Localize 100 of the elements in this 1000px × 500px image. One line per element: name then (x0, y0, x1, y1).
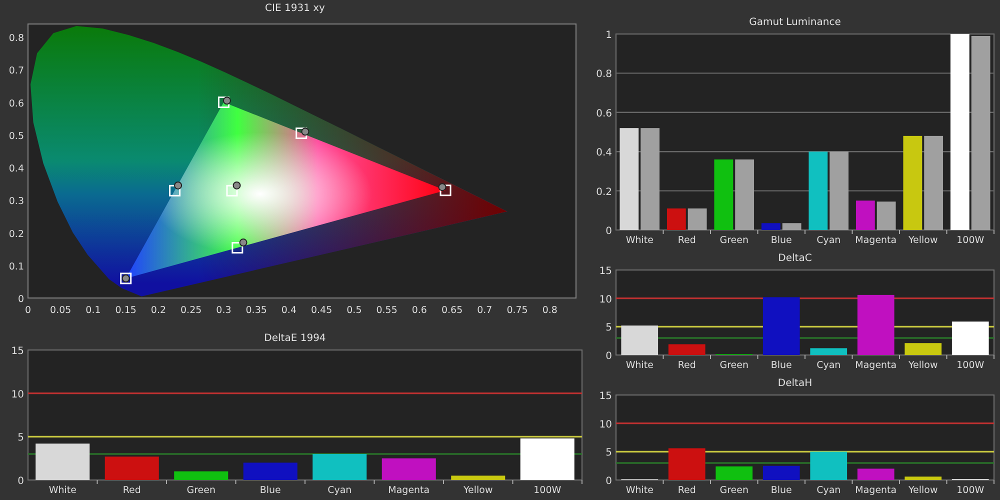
axis-tick-label: 5 (606, 448, 612, 459)
axis-tick-label: 0 (606, 226, 612, 237)
axis-tick-label: 0.5 (346, 305, 362, 316)
category-label: Magenta (388, 485, 430, 496)
axis-tick-label: 15 (11, 346, 24, 357)
axis-tick-label: 5 (606, 322, 612, 334)
category-label: Green (720, 360, 749, 371)
category-label: Cyan (328, 485, 352, 496)
axis-tick-label: 10 (11, 389, 24, 400)
bar (782, 223, 802, 230)
category-label: Blue (770, 485, 792, 496)
category-label: White (626, 485, 654, 496)
category-label: Yellow (908, 485, 938, 496)
bar (688, 208, 707, 230)
bar (857, 294, 894, 355)
category-label: Cyan (816, 235, 841, 246)
axis-tick-label: 0.75 (506, 305, 528, 316)
category-label: Green (720, 485, 749, 496)
axis-tick-label: 0.1 (8, 261, 24, 272)
category-label: Magenta (855, 360, 897, 371)
axis-tick-label: 0.65 (441, 305, 463, 316)
axis-tick-label: 0.7 (477, 305, 492, 316)
axis-tick-label: 0.45 (311, 305, 332, 316)
category-label: 100W (534, 485, 562, 496)
category-label: White (626, 360, 654, 371)
bar (668, 448, 706, 480)
measured-point (301, 128, 310, 136)
axis-tick-label: 10 (599, 419, 612, 430)
bar (312, 454, 367, 480)
category-label: Red (678, 235, 696, 246)
axis-tick-label: 0.35 (246, 305, 267, 316)
axis-tick-label: 0 (606, 476, 612, 487)
axis-tick-label: 0.8 (542, 305, 558, 316)
axis-tick-label: 0.2 (596, 186, 612, 198)
bar (451, 476, 506, 480)
bar (714, 159, 734, 230)
bar (520, 438, 574, 480)
axis-tick-label: 0 (18, 294, 24, 305)
category-label: White (626, 235, 654, 246)
category-label: Green (720, 235, 749, 246)
axis-tick-label: 15 (599, 391, 612, 402)
chart-title: DeltaC (778, 252, 812, 266)
bar (735, 159, 754, 230)
chart-title: DeltaE 1994 (264, 332, 326, 346)
bar (810, 452, 848, 480)
bar (382, 458, 436, 480)
axis-tick-label: 0.8 (596, 69, 612, 80)
measured-point (222, 96, 231, 105)
category-label: Yellow (908, 235, 938, 246)
measured-point (438, 183, 446, 192)
axis-tick-label: 0.15 (115, 305, 136, 316)
target-marker (218, 96, 230, 108)
bar (668, 344, 706, 355)
axis-tick-label: 0.4 (596, 148, 612, 159)
bar (762, 466, 800, 480)
axis-tick-label: 0.6 (596, 108, 612, 120)
axis-tick-label: 0.2 (8, 228, 24, 240)
axis-tick-label: 0.6 (412, 305, 427, 316)
axis-tick-label: 0.6 (8, 98, 24, 110)
axis-tick-label: 0.25 (180, 305, 202, 316)
category-label: Blue (770, 235, 792, 246)
bar (761, 223, 780, 230)
bar (762, 297, 800, 355)
axis-tick-label: 5 (18, 432, 24, 444)
axis-tick-label: 15 (599, 266, 612, 277)
measured-point (239, 238, 248, 247)
bar (856, 200, 875, 230)
category-label: 100W (956, 235, 984, 246)
bar (904, 343, 942, 355)
axis-tick-label: 1 (606, 30, 612, 41)
bar (36, 444, 90, 480)
target-marker (232, 242, 244, 254)
measured-point (232, 181, 241, 190)
category-label: Yellow (464, 485, 493, 496)
category-label: Red (678, 485, 696, 496)
category-label: Cyan (816, 485, 841, 496)
target-marker (226, 184, 238, 196)
bar (243, 462, 298, 480)
category-label: White (48, 485, 76, 496)
axis-tick-label: 0 (18, 476, 24, 487)
bar (666, 208, 686, 230)
category-label: Cyan (816, 360, 841, 371)
bar (904, 476, 942, 480)
chart-title: Gamut Luminance (749, 16, 841, 30)
target-marker (169, 184, 181, 196)
target-marker (296, 128, 308, 140)
axis-tick-label: 0.8 (8, 33, 24, 44)
axis-tick-label: 0.55 (376, 305, 398, 316)
axis-tick-label: 0.2 (150, 305, 166, 316)
chart-title: DeltaH (778, 377, 812, 391)
axis-tick-label: 0.05 (50, 305, 72, 316)
category-label: Red (122, 485, 141, 496)
category-label: 100W (956, 360, 984, 371)
chart-title: CIE 1931 xy (265, 2, 325, 16)
axis-tick-label: 0.4 (8, 164, 24, 175)
bar (876, 202, 896, 230)
axis-tick-label: 0 (606, 351, 612, 362)
target-marker (440, 184, 452, 196)
category-label: 100W (956, 485, 984, 496)
bar (104, 456, 159, 480)
